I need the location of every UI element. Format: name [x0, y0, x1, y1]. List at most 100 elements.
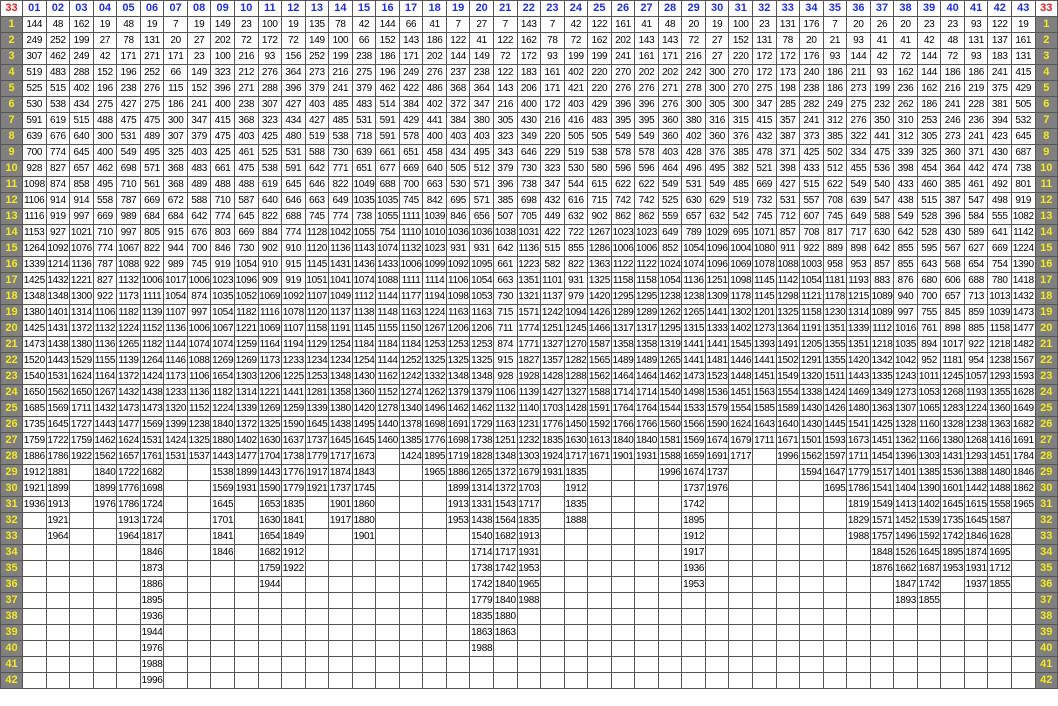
table-cell: [775, 464, 801, 481]
table-cell: 1372: [116, 368, 141, 385]
table-cell: [775, 592, 801, 609]
table-cell: [92, 672, 118, 689]
table-cell: [587, 544, 612, 561]
table-cell: 1163: [469, 304, 494, 321]
table-cell: 1585: [751, 400, 777, 417]
table-cell: 530: [563, 160, 589, 177]
table-cell: 1895: [940, 544, 965, 561]
table-cell: 580: [587, 160, 612, 177]
column-header-41: 41: [963, 0, 989, 17]
table-cell: 240: [799, 64, 824, 81]
table-cell: [116, 608, 141, 625]
table-row: 13 1116 919 997 669 989 684 684 642 774 645 822 688 7…: [0, 208, 1058, 225]
row-header-left-6: 6: [0, 96, 24, 113]
table-cell: 1254: [351, 352, 377, 369]
table-cell: [728, 512, 753, 529]
table-cell: 657: [940, 288, 965, 305]
row-header-left-40: 40: [0, 640, 24, 657]
table-cell: 1840: [492, 576, 518, 593]
table-cell: 429: [1011, 80, 1036, 97]
table-cell: [45, 560, 71, 577]
table-cell: [657, 528, 683, 545]
table-cell: [704, 544, 730, 561]
table-cell: 186: [940, 64, 965, 81]
table-cell: 1282: [563, 352, 589, 369]
table-cell: 1944: [257, 576, 283, 593]
table-cell: 1601: [940, 480, 965, 497]
table-cell: 1438: [139, 384, 165, 401]
table-cell: 474: [987, 160, 1012, 177]
table-cell: 425: [210, 144, 235, 161]
table-cell: 1145: [304, 256, 330, 273]
table-cell: [563, 576, 589, 593]
table-cell: 488: [92, 112, 118, 129]
table-cell: 1348: [328, 368, 353, 385]
table-cell: 454: [916, 160, 942, 177]
table-cell: 48: [45, 16, 71, 33]
table-cell: 538: [45, 96, 71, 113]
table-cell: 1035: [893, 336, 918, 353]
table-cell: 485: [328, 96, 353, 113]
table-cell: 1536: [704, 384, 730, 401]
table-cell: 273: [304, 64, 330, 81]
table-cell: 241: [940, 96, 965, 113]
table-cell: 285: [775, 96, 801, 113]
table-cell: 1496: [893, 528, 918, 545]
table-cell: 1913: [116, 512, 141, 529]
row-header-right-22: 22: [1034, 352, 1058, 369]
table-cell: 700: [398, 176, 424, 193]
table-cell: [893, 656, 918, 673]
table-row: 7 591 619 515 488 475 475 300 347 415 368 323 434 427…: [0, 112, 1058, 129]
table-cell: [846, 608, 871, 625]
table-cell: 339: [893, 144, 918, 161]
table-cell: 172: [257, 32, 283, 49]
table-cell: 1917: [328, 512, 353, 529]
table-cell: [728, 576, 753, 593]
table-cell: 300: [704, 64, 730, 81]
table-cell: 1502: [775, 352, 801, 369]
table-cell: 1142: [1011, 224, 1036, 241]
row-header-right-1: 1: [1034, 16, 1058, 33]
table-cell: 1399: [163, 416, 188, 433]
table-cell: 578: [398, 128, 424, 145]
table-cell: [775, 544, 801, 561]
table-cell: 1569: [139, 416, 165, 433]
table-cell: [893, 624, 918, 641]
row-header-right-40: 40: [1034, 640, 1058, 657]
table-cell: 315: [728, 112, 753, 129]
table-cell: 1757: [869, 528, 895, 545]
table-cell: 1840: [210, 416, 235, 433]
table-cell: 1679: [516, 464, 542, 481]
table-cell: 1152: [139, 320, 165, 337]
table-cell: 242: [681, 64, 706, 81]
table-cell: 710: [92, 224, 118, 241]
table-cell: 515: [540, 240, 565, 257]
table-cell: 672: [163, 192, 188, 209]
table-cell: 1441: [681, 336, 706, 353]
table-cell: 1325: [775, 304, 801, 321]
table-cell: [210, 656, 235, 673]
table-cell: 1342: [869, 352, 895, 369]
row-header-left-28: 28: [0, 448, 24, 465]
table-cell: 595: [916, 240, 942, 257]
table-cell: 93: [540, 48, 565, 65]
table-row: 17 1425 1432 1221 827 1132 1006 1017 1006 1023 109…: [0, 272, 1058, 289]
table-cell: [422, 544, 447, 561]
table-cell: 495: [469, 144, 494, 161]
table-cell: 1443: [846, 368, 871, 385]
table-cell: 1206: [469, 320, 494, 337]
table-cell: [751, 656, 777, 673]
table-cell: 1023: [422, 240, 447, 257]
table-cell: 171: [116, 48, 141, 65]
table-cell: 1477: [116, 416, 141, 433]
table-cell: 385: [822, 128, 848, 145]
row-header-left-37: 37: [0, 592, 24, 609]
table-cell: 1682: [492, 528, 518, 545]
table-cell: 1055: [375, 208, 400, 225]
table-cell: 1351: [846, 336, 871, 353]
table-cell: 27: [186, 32, 212, 49]
table-cell: 236: [893, 80, 918, 97]
table-cell: 72: [563, 32, 589, 49]
table-cell: 1714: [634, 384, 659, 401]
table-cell: 1931: [634, 448, 659, 465]
